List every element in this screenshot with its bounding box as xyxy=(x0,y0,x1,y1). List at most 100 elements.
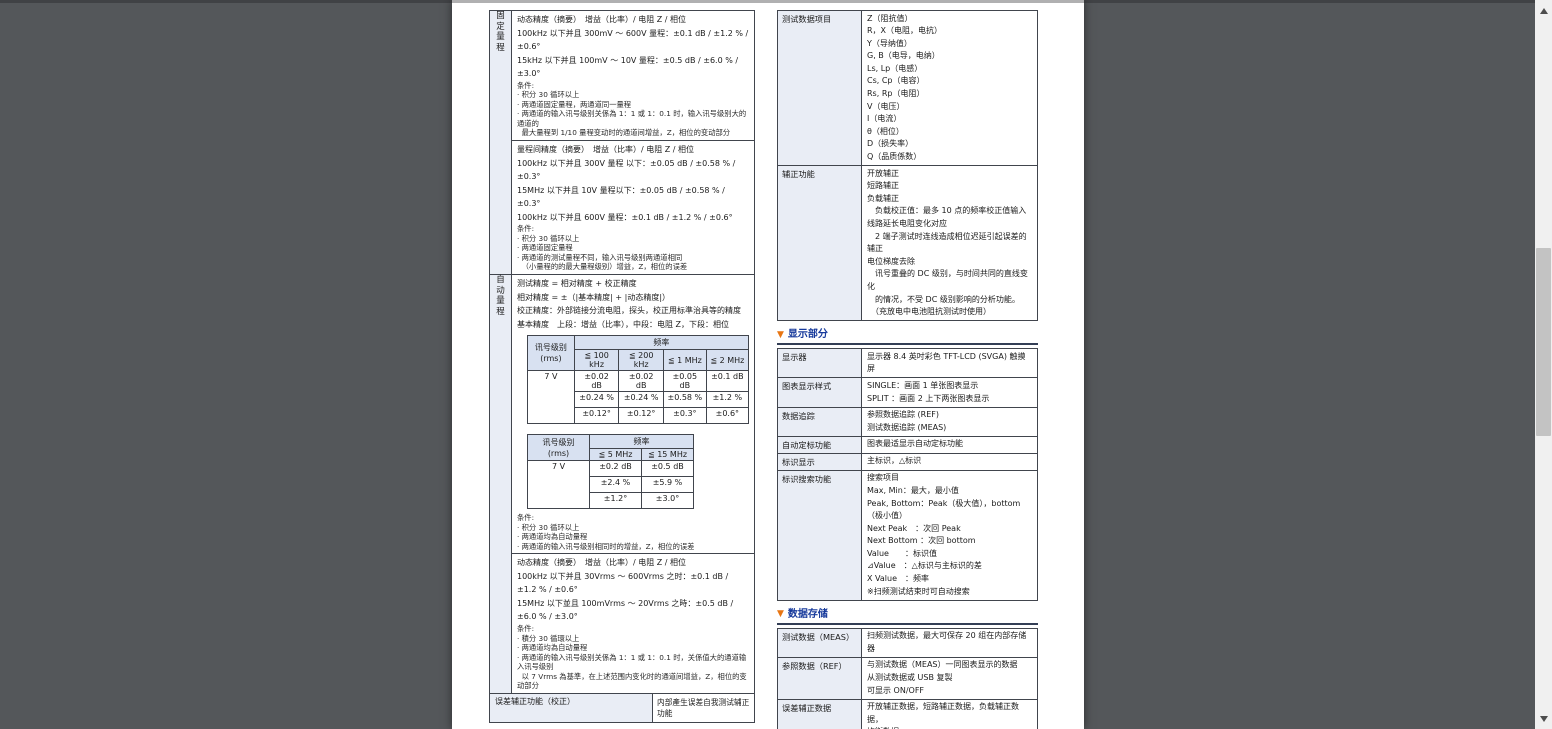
text-line: 条件: xyxy=(517,513,749,523)
cell: ±0.24 % xyxy=(619,392,664,408)
text-line: Cs, Cp（电容） xyxy=(867,75,1032,88)
cell: ±0.02 dB xyxy=(574,371,619,392)
cell: ±0.3° xyxy=(663,408,706,424)
cell: ±0.12° xyxy=(574,408,619,424)
text-line: （充放电中电池阻抗测试时使用） xyxy=(867,306,1032,319)
text-line: 15kHz 以下并且 100mV ～ 10V 量程：±0.5 dB / ±6.0… xyxy=(517,54,749,81)
section-marker-icon: ▼ xyxy=(777,610,784,619)
text-line: · 两通道固定量程，两通道同一量程 xyxy=(517,100,749,110)
row-label: 自动定标功能 xyxy=(778,437,862,453)
document-page: 固定量程 动态精度（摘要） 增益（比率）/ 电阻 Z / 相位 100kHz 以… xyxy=(452,0,1084,729)
row-value: Z（阻抗值）R，X（电阻，电抗）Y（导纳值）G, B（电导，电纳）Ls, Lp（… xyxy=(862,11,1037,165)
cell: ±3.0° xyxy=(642,493,694,509)
cell: ±0.5 dB xyxy=(642,461,694,477)
scroll-up-button[interactable] xyxy=(1535,2,1552,19)
signal-level-label: 讯号级别 xyxy=(531,342,571,353)
text-line: 最大量程到 1/10 量程变动时的通道间增益，Z，相位的变动部分 xyxy=(517,128,749,138)
table-row: 误差辅正数据开放辅正数据，短路辅正数据，负载辅正数据，均衡数据 xyxy=(778,699,1037,729)
row-value: 参照数据追踪 (REF)测试数据追踪 (MEAS) xyxy=(862,408,1037,436)
corner-cell: 讯号级别 (rms) xyxy=(528,435,590,461)
text-line: 15MHz 以下並且 100mVrms ～ 20Vrms 之時：±0.5 dB … xyxy=(517,597,749,624)
spec-block: 量程间精度（摘要） 增益（比率）/ 电阻 Z / 相位 100kHz 以下并且 … xyxy=(512,141,754,274)
table-row: 辅正功能开放辅正短路辅正负载辅正 负载校正值：最多 10 点的频率校正值输入线路… xyxy=(778,165,1037,320)
text-line: Q（品质係数） xyxy=(867,151,1032,164)
text-line: 100kHz 以下并且 600V 量程：±0.1 dB / ±1.2 % / ±… xyxy=(517,211,749,225)
text-line: · 两通道的输入讯号级别相同时的增益，Z，相位的误差 xyxy=(517,542,749,552)
basic-accuracy-table-high: 讯号级别 (rms) 频率 ≦ 5 MHz ≦ 15 MHz xyxy=(527,434,694,509)
text-line: 2 端子测试时连线造成相位迟延引起误差的辅正 xyxy=(867,231,1032,256)
col-header: ≦ 5 MHz xyxy=(590,449,642,461)
text-line: Next Bottom ：次回 bottom xyxy=(867,535,1032,548)
row-value: 扫频测试数据，最大可保存 20 组在内部存储器 xyxy=(862,629,1037,657)
scrollbar-thumb[interactable] xyxy=(1536,248,1551,436)
error-correction-row: 误差辅正功能（校正） 内部產生误差自我测试辅正功能 xyxy=(489,694,755,723)
row-value: 与测试数据（MEAS）一同图表显示的数据从测试数据或 USB 复製可显示 ON/… xyxy=(862,658,1037,699)
display-section-table: 显示器显示器 8.4 英吋彩色 TFT-LCD (SVGA) 触摸屏图表显示样式… xyxy=(777,348,1038,601)
section-header-display: ▼ 显示部分 xyxy=(777,329,1038,345)
spec-lines: 100kHz 以下并且 300V 量程 以下：±0.05 dB / ±0.58 … xyxy=(517,157,749,225)
text-line: · 两通道均為自动量程 xyxy=(517,643,749,653)
text-line: 的情况，不受 DC 级别影响的分析功能。 xyxy=(867,294,1032,307)
col-header: ≦ 100 kHz xyxy=(574,350,619,371)
cell: ±0.6° xyxy=(706,408,748,424)
text-line: 显示器 8.4 英吋彩色 TFT-LCD (SVGA) 触摸屏 xyxy=(867,351,1032,376)
text-line: 测试数据追踪 (MEAS) xyxy=(867,422,1032,435)
col-header: ≦ 15 MHz xyxy=(642,449,694,461)
row-label: 标识显示 xyxy=(778,454,862,470)
text-line: 100kHz 以下并且 300V 量程 以下：±0.05 dB / ±0.58 … xyxy=(517,157,749,184)
row-label: 测试数据项目 xyxy=(778,11,862,165)
table-row: 固定量程 动态精度（摘要） 增益（比率）/ 电阻 Z / 相位 100kHz 以… xyxy=(490,11,755,141)
text-line: 以 7 Vrms 為基準，在上述范围内变化时的通道间增益，Z，相位的变动部分 xyxy=(517,672,749,691)
text-line: · 两通道的输入讯号级别关係為 1：1 或 1：0.1 时，关係值大的通道输入讯… xyxy=(517,653,749,672)
text-line: Z（阻抗值） xyxy=(867,13,1032,26)
cell: ±0.02 dB xyxy=(619,371,664,392)
table-row: 7 V ±0.2 dB ±0.5 dB xyxy=(528,461,694,477)
text-line: 100kHz 以下并且 300mV ～ 600V 量程：±0.1 dB / ±1… xyxy=(517,27,749,54)
text-line: 100kHz 以下并且 30Vrms ～ 600Vrms 之时：±0.1 dB … xyxy=(517,570,749,597)
col-header: ≦ 1 MHz xyxy=(663,350,706,371)
condition-lines: 条件:· 積分 30 循環以上· 两通道均為自动量程· 两通道的输入讯号级别关係… xyxy=(517,624,749,691)
condition-lines: 条件:· 积分 30 循环以上· 两通道固定量程· 两通道的测试量程不同，输入讯… xyxy=(517,224,749,272)
text-line: 从测试数据或 USB 复製 xyxy=(867,672,1032,685)
spec-block: 动态精度（摘要） 增益（比率）/ 电阻 Z / 相位 100kHz 以下并且 3… xyxy=(512,11,754,140)
cell-auto-dynamic-accuracy: 动态精度（摘要） 增益（比率）/ 电阻 Z / 相位 100kHz 以下并且 3… xyxy=(512,554,755,694)
text-line: 短路辅正 xyxy=(867,180,1032,193)
table-row: 自动定标功能图表最适显示自动定标功能 xyxy=(778,436,1037,453)
table-row: 标识搜索功能搜索项目Max, Min：最大，最小值Peak, Bottom：Pe… xyxy=(778,470,1037,600)
text-line: · 两通道的输入讯号级别关係為 1：1 或 1：0.1 时，输入讯号级别大的通道… xyxy=(517,109,749,128)
table-row: 参照数据（REF）与测试数据（MEAS）一同图表显示的数据从测试数据或 USB … xyxy=(778,657,1037,699)
text-line: · 积分 30 循环以上 xyxy=(517,234,749,244)
text-line: · 两通道的测试量程不同，输入讯号级别两通道相同 xyxy=(517,253,749,263)
cell-fixed-interrange-accuracy: 量程间精度（摘要） 增益（比率）/ 电阻 Z / 相位 100kHz 以下并且 … xyxy=(512,141,755,275)
spec-block: 动态精度（摘要） 增益（比率）/ 电阻 Z / 相位 100kHz 以下并且 3… xyxy=(512,554,754,693)
row-label: 辅正功能 xyxy=(778,166,862,320)
rms-label: (rms) xyxy=(531,448,586,459)
right-column: 测试数据项目Z（阻抗值）R，X（电阻，电抗）Y（导纳值）G, B（电导，电纳）L… xyxy=(777,10,1038,729)
row-value: 搜索项目Max, Min：最大，最小值Peak, Bottom：Peak（极大值… xyxy=(862,471,1037,600)
text-line: · 两通道均為自动量程 xyxy=(517,532,749,542)
text-line: 电位梯度去除 xyxy=(867,256,1032,269)
table-row: 图表显示样式SINGLE：画面 1 单张图表显示SPLIT ：画面 2 上下两张… xyxy=(778,377,1037,406)
table-row: 标识显示主标识，△标识 xyxy=(778,453,1037,470)
text-line: 条件: xyxy=(517,624,749,634)
row-label: 图表显示样式 xyxy=(778,378,862,406)
accuracy-range-table: 固定量程 动态精度（摘要） 增益（比率）/ 电阻 Z / 相位 100kHz 以… xyxy=(489,10,755,694)
text-line: D（损失率） xyxy=(867,138,1032,151)
row-value: SINGLE：画面 1 单张图表显示SPLIT ：画面 2 上下两张图表显示 xyxy=(862,378,1037,406)
row-value: 开放辅正数据，短路辅正数据，负载辅正数据，均衡数据 xyxy=(862,700,1037,729)
range-type-label-auto: 自动量程 xyxy=(490,275,512,694)
row-label: 测试数据（MEAS） xyxy=(778,629,862,657)
scrollbar[interactable] xyxy=(1535,0,1552,729)
corner-cell: 讯号级别 (rms) xyxy=(528,336,575,371)
text-line: I（电流） xyxy=(867,113,1032,126)
section-title: 显示部分 xyxy=(788,329,828,341)
application-window: 固定量程 动态精度（摘要） 增益（比率）/ 电阻 Z / 相位 100kHz 以… xyxy=(0,0,1552,729)
text-line: Max, Min：最大，最小值 xyxy=(867,485,1032,498)
cell: ±1.2° xyxy=(590,493,642,509)
block-title: 量程间精度（摘要） 增益（比率）/ 电阻 Z / 相位 xyxy=(517,143,749,157)
table-row: 讯号级别 (rms) 频率 xyxy=(528,435,694,449)
scroll-down-button[interactable] xyxy=(1535,710,1552,727)
section-title: 数据存储 xyxy=(788,609,828,621)
scroll-up-icon xyxy=(1540,8,1548,14)
row-label: 数据追踪 xyxy=(778,408,862,436)
